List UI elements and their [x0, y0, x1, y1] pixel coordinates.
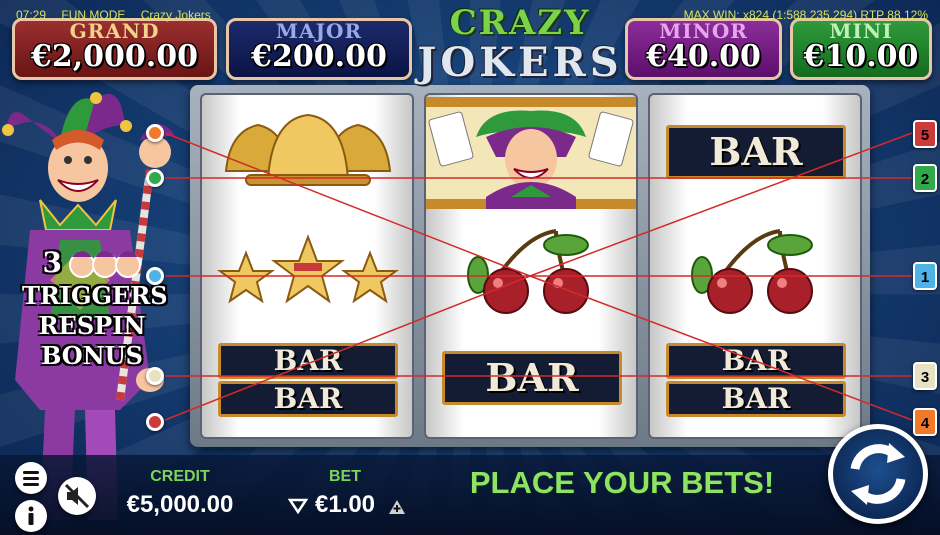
payline-dot-1[interactable]	[146, 267, 164, 285]
jackpot-major: MAJOR €200.00	[226, 18, 412, 80]
cherries-symbol	[467, 229, 589, 314]
bet-label: BET	[329, 468, 361, 485]
payline-dot-3[interactable]	[146, 367, 164, 385]
info-icon	[28, 506, 34, 525]
payline-button-2[interactable]: 2	[913, 164, 937, 192]
bet-decrease-icon[interactable]	[288, 498, 308, 514]
jester-faces-icon	[68, 251, 141, 278]
respin-bonus-promo: 3 TRIGGERS RESPIN BONUS	[22, 245, 168, 371]
credit-label: CREDIT	[150, 468, 210, 485]
menu-icon	[23, 471, 39, 486]
credit-value: €5,000.00	[126, 491, 234, 518]
jackpot-grand-value: €2,000.00	[30, 39, 198, 74]
bar-symbol: BAR	[442, 351, 622, 405]
menu-button[interactable]	[15, 462, 47, 494]
jackpot-mini-value: €10.00	[803, 39, 919, 74]
promo-line-1: TRIGGERS	[22, 281, 168, 310]
cherries-symbol	[691, 229, 813, 314]
reel-1: BAR BAR	[200, 93, 414, 439]
double-bar-top: BAR	[666, 343, 846, 379]
info-button[interactable]	[15, 500, 47, 532]
reel-frame: BAR BAR BAR BAR BAR BAR	[190, 85, 870, 447]
reel-2: BAR	[424, 93, 638, 439]
jester-symbol	[426, 97, 636, 209]
promo-count: 3	[42, 246, 62, 279]
payline-dot-2[interactable]	[146, 169, 164, 187]
promo-line-3: BONUS	[41, 341, 143, 370]
mode-label: FUN MODE	[61, 8, 126, 22]
double-bar-bottom: BAR	[218, 381, 398, 417]
stars-symbol	[216, 234, 400, 304]
payline-button-3[interactable]: 3	[913, 362, 937, 390]
jackpot-minor-value: €40.00	[646, 39, 761, 74]
sound-toggle-button[interactable]	[58, 477, 96, 515]
bar-symbol-top: BAR	[666, 125, 846, 179]
payline-dot-5[interactable]	[146, 413, 164, 431]
sound-muted-icon	[64, 483, 90, 509]
bet-increase-icon[interactable]	[387, 498, 407, 516]
logo-line-2: JOKERS	[417, 39, 623, 86]
reel-3: BAR BAR BAR	[648, 93, 862, 439]
jackpot-grand: GRAND €2,000.00	[12, 18, 217, 80]
jackpot-major-value: €200.00	[251, 39, 387, 74]
bells-symbol	[224, 113, 392, 186]
jackpot-minor: MINOR €40.00	[625, 18, 782, 80]
payline-dot-4[interactable]	[146, 124, 164, 142]
double-bar-bottom: BAR	[666, 381, 846, 417]
double-bar-top: BAR	[218, 343, 398, 379]
bet-value: €1.00	[314, 491, 376, 518]
payline-button-1[interactable]: 1	[913, 262, 937, 290]
status-bar: 07:29 FUN MODE Crazy Jokers MAX WIN: x82…	[0, 8, 940, 22]
promo-line-2: RESPIN	[38, 311, 146, 340]
game-name: Crazy Jokers	[140, 8, 211, 22]
payline-button-5[interactable]: 5	[913, 120, 937, 148]
clock: 07:29	[16, 8, 47, 22]
status-message: PLACE YOUR BETS!	[469, 465, 775, 500]
spin-button[interactable]	[828, 424, 928, 524]
max-win-info: MAX WIN: x824 (1:588,235,294) RTP 88.12%	[683, 8, 928, 22]
spin-icon	[850, 443, 906, 505]
jackpot-mini: MINI €10.00	[790, 18, 932, 80]
